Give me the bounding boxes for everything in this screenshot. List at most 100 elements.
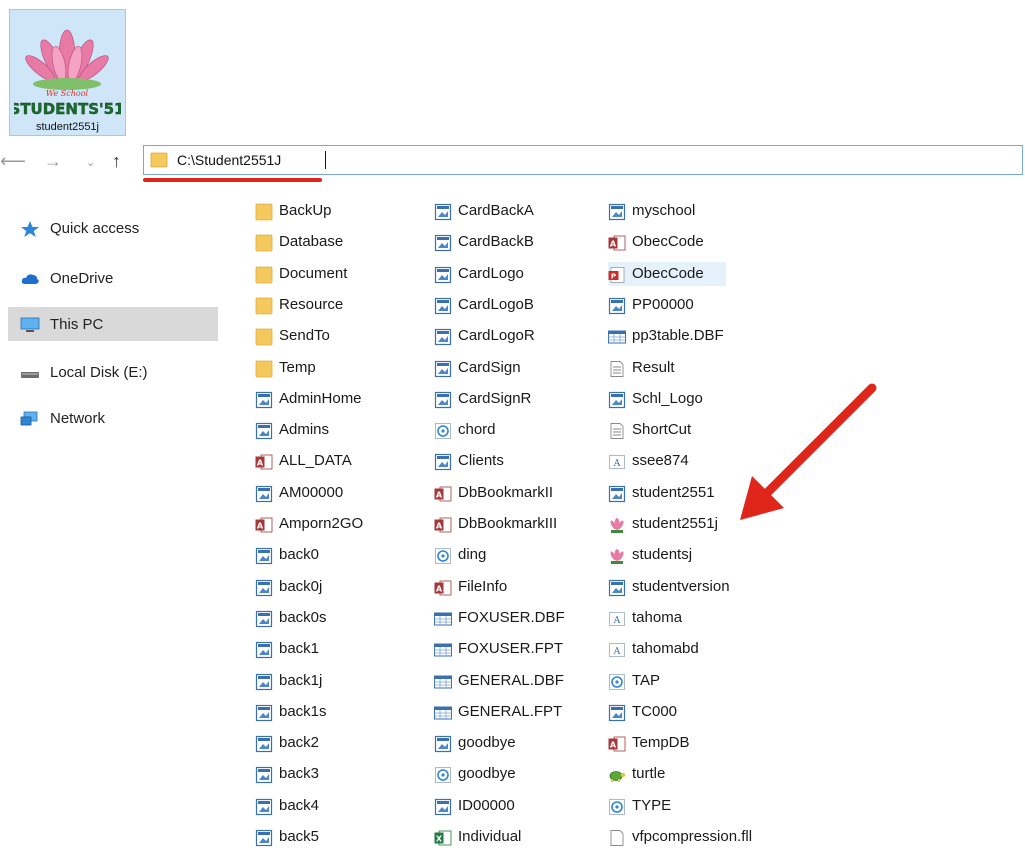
file-item-turtle[interactable]: turtle bbox=[608, 762, 726, 786]
form-file-icon bbox=[255, 547, 273, 570]
desktop-shortcut-student2551j[interactable]: We School STUDENTS'51 student2551j bbox=[9, 9, 126, 136]
file-item-obeccode[interactable]: P ObecCode bbox=[608, 262, 726, 286]
file-item-back2[interactable]: back2 bbox=[255, 731, 405, 755]
file-item-am00000[interactable]: AM00000 bbox=[255, 481, 405, 505]
up-arrow-icon[interactable]: ↑ bbox=[112, 151, 121, 171]
form-file-icon bbox=[255, 391, 273, 414]
file-item-tahomabd[interactable]: Atahomabd bbox=[608, 637, 726, 661]
file-item-id00000[interactable]: ID00000 bbox=[434, 794, 594, 818]
file-item-result[interactable]: Result bbox=[608, 356, 726, 380]
file-item-general-fpt[interactable]: GENERAL.FPT bbox=[434, 700, 594, 724]
sidebar-item-quick-access[interactable]: Quick access bbox=[8, 211, 218, 245]
file-item-myschool[interactable]: myschool bbox=[608, 199, 726, 223]
file-item-admins[interactable]: Admins bbox=[255, 418, 405, 442]
file-item-document[interactable]: Document bbox=[255, 262, 405, 286]
file-item-student2551[interactable]: student2551 bbox=[608, 481, 726, 505]
file-item-pp3table-dbf[interactable]: pp3table.DBF bbox=[608, 324, 726, 348]
file-name: tahomabd bbox=[632, 640, 699, 657]
form-file-icon bbox=[434, 234, 452, 257]
file-item-back1s[interactable]: back1s bbox=[255, 700, 405, 724]
file-name: ObecCode bbox=[632, 265, 704, 282]
file-name: Clients bbox=[458, 452, 504, 469]
file-name: tahoma bbox=[632, 609, 683, 626]
access-file-icon: A bbox=[608, 735, 626, 758]
file-item-sendto[interactable]: SendTo bbox=[255, 324, 405, 348]
file-item-shortcut[interactable]: ShortCut bbox=[608, 418, 726, 442]
file-name: FOXUSER.DBF bbox=[458, 609, 565, 626]
address-bar[interactable]: C:\Student2551J bbox=[143, 145, 1023, 175]
file-item-back3[interactable]: back3 bbox=[255, 762, 405, 786]
file-item-student2551j[interactable]: student2551j bbox=[608, 512, 726, 536]
file-item-cardlogob[interactable]: CardLogoB bbox=[434, 293, 594, 317]
file-item-fileinfo[interactable]: A FileInfo bbox=[434, 575, 594, 599]
recent-dropdown-icon[interactable]: ⌄ bbox=[86, 153, 95, 173]
folder-file-icon bbox=[255, 234, 273, 257]
file-item-temp[interactable]: Temp bbox=[255, 356, 405, 380]
file-item-backup[interactable]: BackUp bbox=[255, 199, 405, 223]
form-file-icon bbox=[434, 735, 452, 758]
file-item-amporn2go[interactable]: A Amporn2GO bbox=[255, 512, 405, 536]
table-file-icon bbox=[608, 328, 626, 351]
file-item-back1[interactable]: back1 bbox=[255, 637, 405, 661]
file-item-tahoma[interactable]: Atahoma bbox=[608, 606, 726, 630]
file-name: myschool bbox=[632, 202, 696, 219]
file-item-cardlogo[interactable]: CardLogo bbox=[434, 262, 594, 286]
file-item-schl-logo[interactable]: Schl_Logo bbox=[608, 387, 726, 411]
file-name: BackUp bbox=[279, 202, 332, 219]
file-item-tap[interactable]: TAP bbox=[608, 669, 726, 693]
file-item-back0j[interactable]: back0j bbox=[255, 575, 405, 599]
form-file-icon bbox=[255, 798, 273, 821]
font-file-icon: A bbox=[608, 641, 626, 664]
file-item-cardbackb[interactable]: CardBackB bbox=[434, 230, 594, 254]
file-item-back0[interactable]: back0 bbox=[255, 543, 405, 567]
file-item-back4[interactable]: back4 bbox=[255, 794, 405, 818]
file-item-tempdb[interactable]: A TempDB bbox=[608, 731, 726, 755]
file-name: back0 bbox=[279, 546, 320, 563]
audio-file-icon bbox=[434, 547, 452, 570]
back-arrow-icon[interactable]: ⟵ bbox=[0, 151, 26, 171]
file-item-resource[interactable]: Resource bbox=[255, 293, 405, 317]
lotus-file-icon bbox=[608, 547, 626, 570]
file-item-studentsj[interactable]: studentsj bbox=[608, 543, 726, 567]
file-item-ssee874[interactable]: Assee874 bbox=[608, 449, 726, 473]
sidebar-item-network[interactable]: Network bbox=[8, 401, 218, 435]
text-file-icon bbox=[608, 422, 626, 445]
logo-subtext: We School bbox=[46, 89, 89, 98]
file-item-foxuser-dbf[interactable]: FOXUSER.DBF bbox=[434, 606, 594, 630]
file-item-database[interactable]: Database bbox=[255, 230, 405, 254]
file-item-cardsignr[interactable]: CardSignR bbox=[434, 387, 594, 411]
file-item-back0s[interactable]: back0s bbox=[255, 606, 405, 630]
file-item-type[interactable]: TYPE bbox=[608, 794, 726, 818]
file-item-ding[interactable]: ding bbox=[434, 543, 594, 567]
table-file-icon bbox=[434, 673, 452, 696]
form-file-icon bbox=[434, 391, 452, 414]
file-item-general-dbf[interactable]: GENERAL.DBF bbox=[434, 669, 594, 693]
sidebar-item-local-disk-e[interactable]: Local Disk (E:) bbox=[8, 355, 218, 389]
form-file-icon bbox=[434, 798, 452, 821]
file-item-obeccode[interactable]: A ObecCode bbox=[608, 230, 726, 254]
file-item-all-data[interactable]: A ALL_DATA bbox=[255, 449, 405, 473]
file-item-adminhome[interactable]: AdminHome bbox=[255, 387, 405, 411]
file-item-cardbacka[interactable]: CardBackA bbox=[434, 199, 594, 223]
file-item-chord[interactable]: chord bbox=[434, 418, 594, 442]
file-item-goodbye[interactable]: goodbye bbox=[434, 762, 594, 786]
file-item-cardlogor[interactable]: CardLogoR bbox=[434, 324, 594, 348]
file-item-foxuser-fpt[interactable]: FOXUSER.FPT bbox=[434, 637, 594, 661]
form-file-icon bbox=[255, 422, 273, 445]
file-item-pp00000[interactable]: PP00000 bbox=[608, 293, 726, 317]
file-item-dbbookmarkiii[interactable]: A DbBookmarkIII bbox=[434, 512, 594, 536]
forward-arrow-icon[interactable]: → bbox=[44, 151, 62, 171]
sidebar-item-onedrive[interactable]: OneDrive bbox=[8, 261, 218, 295]
file-item-back1j[interactable]: back1j bbox=[255, 669, 405, 693]
file-item-dbbookmarkii[interactable]: A DbBookmarkII bbox=[434, 481, 594, 505]
table-file-icon bbox=[434, 704, 452, 727]
file-item-studentversion[interactable]: studentversion bbox=[608, 575, 730, 599]
file-item-clients[interactable]: Clients bbox=[434, 449, 594, 473]
file-item-cardsign[interactable]: CardSign bbox=[434, 356, 594, 380]
file-item-tc000[interactable]: TC000 bbox=[608, 700, 726, 724]
file-item-individual[interactable]: X Individual bbox=[434, 825, 594, 849]
file-item-back5[interactable]: back5 bbox=[255, 825, 405, 849]
sidebar-item-this-pc[interactable]: This PC bbox=[8, 307, 218, 341]
file-item-vfpcompression-fll[interactable]: vfpcompression.fll bbox=[608, 825, 752, 849]
file-item-goodbye[interactable]: goodbye bbox=[434, 731, 594, 755]
